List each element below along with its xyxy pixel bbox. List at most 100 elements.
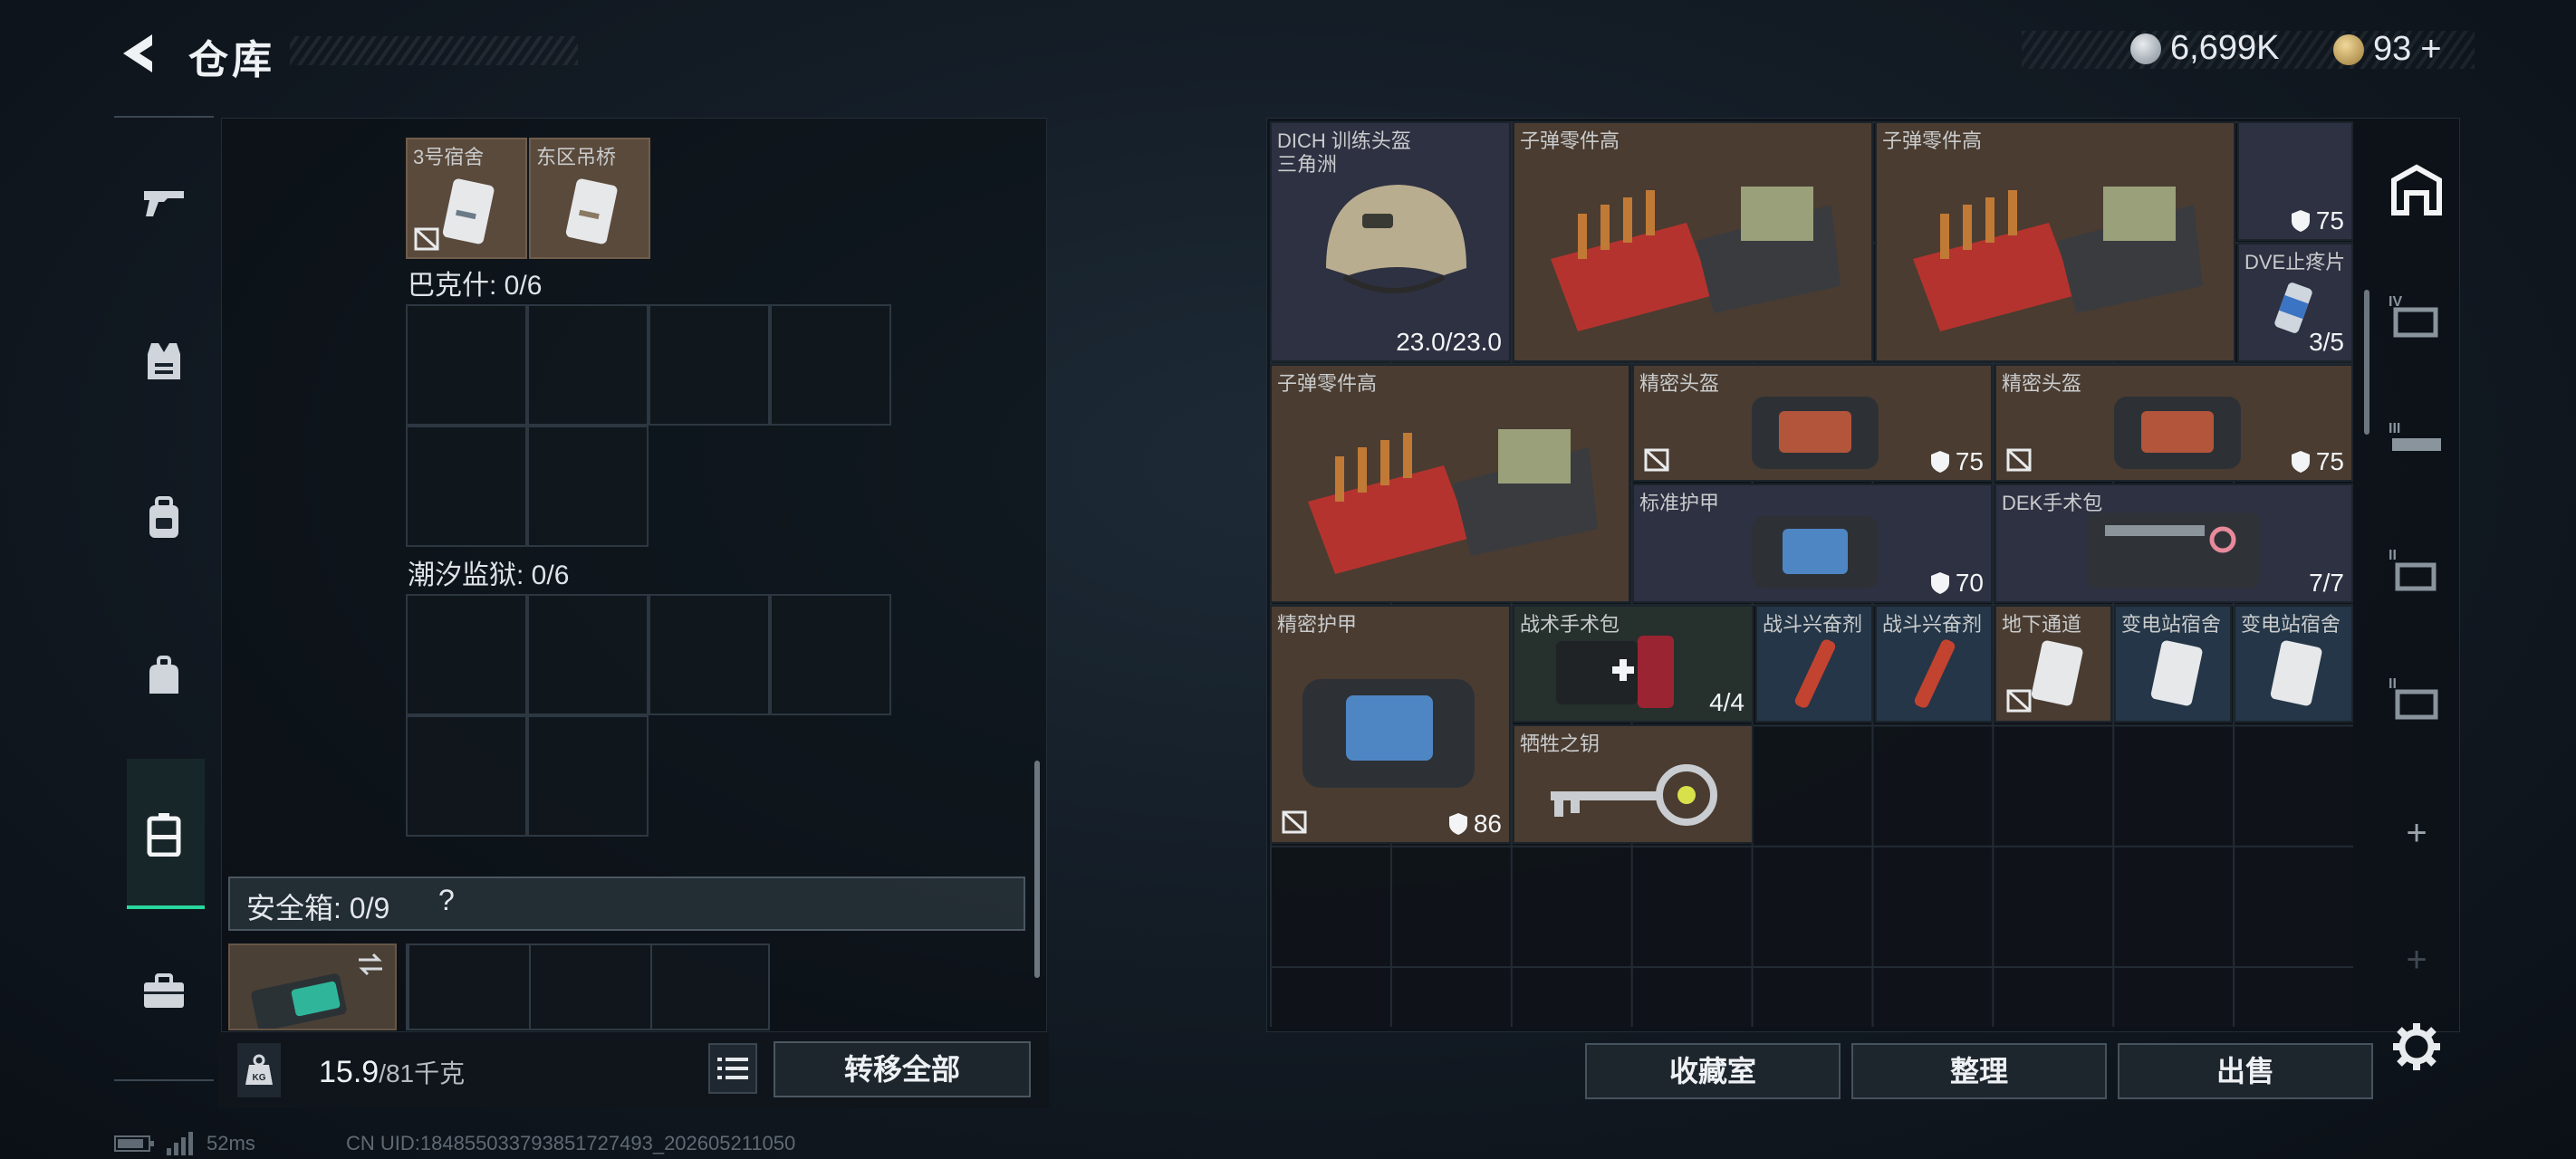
key-slot[interactable] [406, 304, 527, 426]
safebox-slots[interactable] [406, 943, 770, 1030]
storage-item-armor-plate[interactable]: 75 [2237, 121, 2353, 241]
storage-item-painkiller[interactable]: DVE止疼片 3/5 [2237, 243, 2353, 362]
item-armor-level: 75 [2291, 206, 2344, 235]
item-count: 4/4 [1709, 688, 1745, 716]
key-slot[interactable] [527, 594, 649, 715]
svg-text:II: II [2389, 548, 2397, 563]
storage-item-ammo-parts[interactable]: 子弹零件高 [1875, 121, 2235, 362]
page-title: 仓库 [188, 38, 275, 82]
surgical-kit-icon [2087, 512, 2259, 589]
storage-item-surgical-kit[interactable]: DEK手术包 7/7 [1994, 484, 2353, 603]
armor-vest-icon [1302, 679, 1475, 788]
svg-text:II: II [2389, 676, 2397, 692]
item-name: DVE止疼片 [2244, 251, 2346, 273]
transfer-all-button[interactable]: 转移全部 [774, 1041, 1031, 1097]
storage-item-key-substation-dorm[interactable]: 变电站宿舍 [2114, 605, 2232, 723]
storage-item-precision-armor[interactable]: 精密护甲 86 [1270, 605, 1511, 844]
keycard-icon [565, 178, 618, 244]
item-count: 3/5 [2309, 328, 2344, 356]
key-slot[interactable] [770, 304, 891, 426]
sell-button[interactable]: 出售 [2118, 1043, 2373, 1099]
svg-text:III: III [2389, 421, 2400, 436]
storage-item-precision-helmet[interactable]: 精密头盔 75 [1632, 364, 1993, 482]
shield-icon [2291, 210, 2310, 232]
storage-scrollbar[interactable] [2364, 290, 2369, 435]
key-item-dorm-3[interactable]: 3号宿舍 [406, 138, 527, 259]
plus-icon: + [2406, 939, 2427, 980]
storage-item-sacrifice-key[interactable]: 牺牲之钥 [1513, 724, 1754, 844]
currency-main-value: 6,699K [2170, 29, 2280, 67]
key-slot[interactable] [527, 715, 649, 837]
settings-button[interactable] [2391, 1021, 2442, 1072]
backpack-scrollbar[interactable] [1034, 761, 1040, 978]
rail-category-4[interactable]: IV [2382, 281, 2451, 350]
collection-room-button[interactable]: 收藏室 [1585, 1043, 1841, 1099]
storage-item-helmet[interactable]: DICH 训练头盔 三角洲 23.0/23.0 [1270, 121, 1511, 362]
key-slot[interactable] [406, 715, 527, 837]
rail-category-1[interactable]: II [2382, 663, 2451, 732]
swap-icon[interactable] [355, 951, 386, 978]
nav-toolbox[interactable] [136, 963, 192, 1020]
key-slot[interactable] [770, 594, 891, 715]
nav-weapon[interactable] [136, 174, 192, 230]
key-slot[interactable] [527, 426, 649, 547]
battery-icon [114, 1135, 154, 1152]
player-uid: CN UID:184855033793851727493_20260521105… [346, 1132, 796, 1154]
rail-add-tab-disabled: + [2382, 925, 2451, 994]
storage-item-tactical-surgical-kit[interactable]: 战术手术包 4/4 [1513, 605, 1754, 723]
currency-premium[interactable]: 93 + [2333, 29, 2442, 70]
item-name: 变电站宿舍 [2241, 613, 2341, 636]
item-armor-level: 70 [1930, 569, 1984, 598]
item-name: 3号宿舍 [413, 146, 485, 168]
rail-add-tab[interactable]: + [2382, 799, 2451, 867]
storage-item-ammo-parts[interactable]: 子弹零件高 [1270, 364, 1630, 603]
pistol-icon [144, 191, 184, 216]
storage-item-key-underground-passage[interactable]: 地下通道 [1994, 605, 2112, 723]
premium-coin-icon [2333, 34, 2364, 65]
section-label-bakhsh: 巴克什: 0/6 [408, 271, 543, 301]
storage-item-precision-helmet[interactable]: 精密头盔 75 [1994, 364, 2353, 482]
list-view-button[interactable] [708, 1043, 757, 1094]
safebox-item[interactable] [228, 943, 397, 1030]
key-slot[interactable] [649, 304, 770, 426]
shield-icon [2291, 451, 2310, 473]
back-button[interactable] [116, 31, 161, 76]
no-exchange-icon [2006, 448, 2032, 472]
item-name: 地下通道 [2002, 613, 2082, 636]
storage-item-combat-stimulant[interactable]: 战斗兴奋剂 [1875, 605, 1993, 723]
storage-item-combat-stimulant[interactable]: 战斗兴奋剂 [1755, 605, 1873, 723]
ornate-key-icon [1551, 764, 1717, 826]
shield-icon [1930, 451, 1949, 473]
carry-weight: 15.9/81千克 [319, 1054, 465, 1090]
kg-weight-icon: KG [245, 1054, 273, 1085]
rail-category-3[interactable]: III [2382, 407, 2451, 476]
item-armor-level: 75 [1930, 447, 1984, 476]
key-slot[interactable] [649, 594, 770, 715]
safe-case-icon [147, 813, 181, 857]
nav-backpack[interactable] [136, 491, 192, 547]
bag-icon [149, 656, 178, 694]
nav-armor[interactable] [136, 333, 192, 389]
armor-vest-icon [1752, 516, 1879, 589]
key-slot[interactable] [406, 426, 527, 547]
storage-item-ammo-parts[interactable]: 子弹零件高 [1513, 121, 1873, 362]
nav-divider [114, 116, 214, 118]
safebox-help-button[interactable]: ? [438, 884, 455, 917]
key-slot[interactable] [406, 594, 527, 715]
storage-item-key-substation-dorm[interactable]: 变电站宿舍 [2234, 605, 2353, 723]
organize-button[interactable]: 整理 [1851, 1043, 2107, 1099]
add-currency-icon[interactable]: + [2420, 29, 2441, 70]
nav-bag[interactable] [136, 648, 192, 704]
item-name: 精密头盔 [1639, 372, 1720, 395]
key-slot[interactable] [527, 304, 649, 426]
keycard-icon [442, 178, 495, 244]
key-item-east-bridge[interactable]: 东区吊桥 [529, 138, 650, 259]
rail-all-items[interactable] [2382, 156, 2451, 225]
nav-safe-case[interactable] [136, 806, 192, 862]
rail-category-2[interactable]: II [2382, 534, 2451, 603]
gear-icon [2393, 1023, 2440, 1070]
currency-premium-value: 93 [2373, 30, 2412, 68]
storage-item-standard-armor[interactable]: 标准护甲 70 [1632, 484, 1993, 603]
item-armor-level: 75 [2291, 447, 2344, 476]
category-iv-icon: IV [2389, 294, 2438, 338]
